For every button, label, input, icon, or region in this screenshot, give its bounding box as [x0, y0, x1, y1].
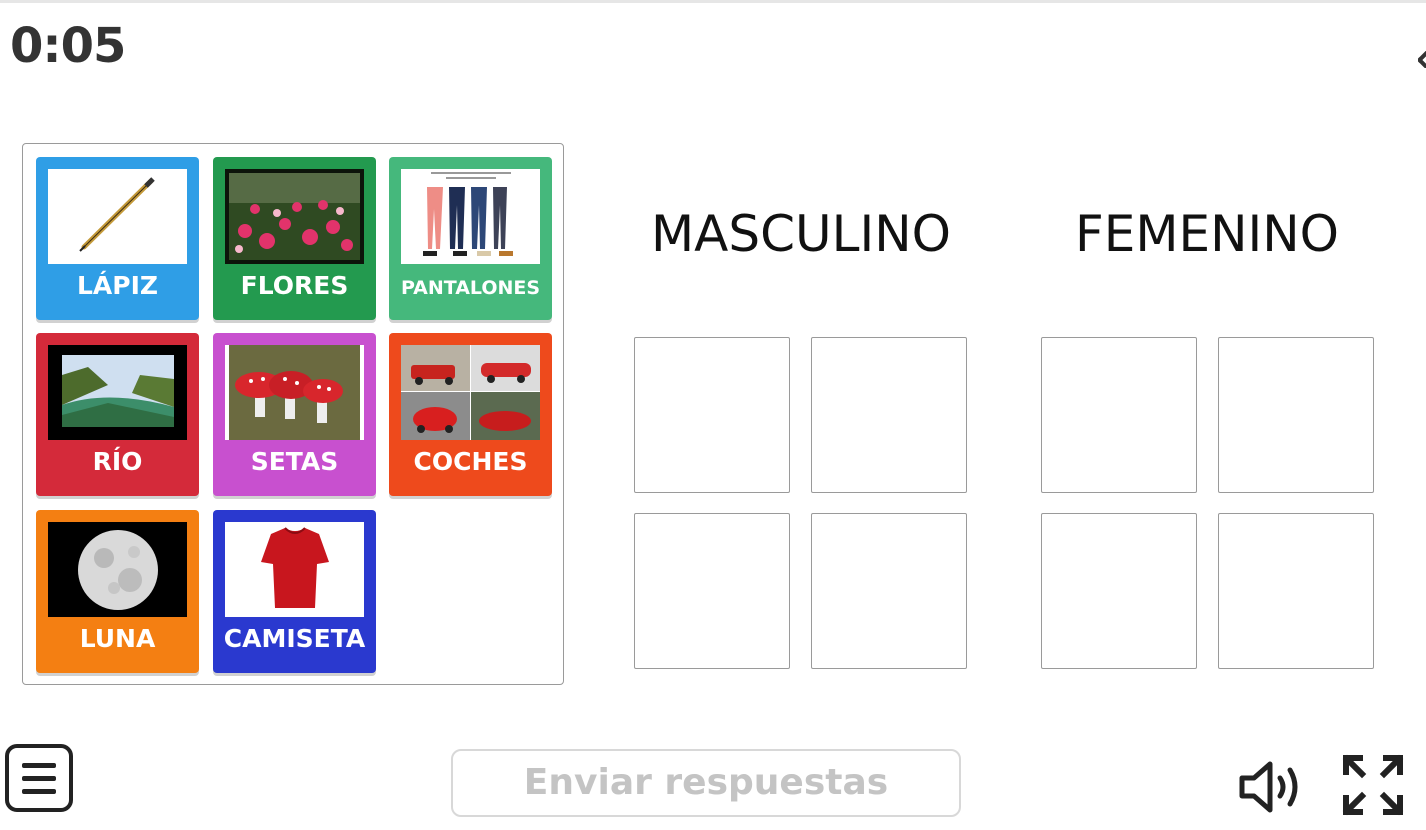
- drop-slot-femenino-2[interactable]: [1218, 337, 1374, 493]
- card-rio[interactable]: RÍO: [36, 333, 199, 496]
- tshirt-image: [225, 522, 364, 617]
- card-label: SETAS: [250, 447, 339, 476]
- category-title-femenino: FEMENINO: [1075, 205, 1339, 263]
- drop-slot-femenino-4[interactable]: [1218, 513, 1374, 669]
- card-label: PANTALONES: [400, 277, 541, 299]
- drop-slot-masculino-3[interactable]: [634, 513, 790, 669]
- pencil-image: [48, 169, 187, 264]
- card-setas[interactable]: SETAS: [213, 333, 376, 496]
- river-image: [48, 345, 187, 440]
- card-pantalones[interactable]: PANTALONES: [389, 157, 552, 320]
- mushrooms-image: [225, 345, 364, 440]
- fullscreen-icon[interactable]: [1340, 752, 1406, 818]
- speaker-icon[interactable]: [1236, 758, 1306, 816]
- card-luna[interactable]: LUNA: [36, 510, 199, 673]
- card-label: CAMISETA: [223, 624, 366, 653]
- submit-answers-button[interactable]: Enviar respuestas: [451, 749, 961, 817]
- card-coches[interactable]: COCHES: [389, 333, 552, 496]
- drop-slot-femenino-3[interactable]: [1041, 513, 1197, 669]
- moon-image: [48, 522, 187, 617]
- category-title-masculino: MASCULINO: [651, 205, 951, 263]
- card-lapiz[interactable]: LÁPIZ: [36, 157, 199, 320]
- drop-slot-femenino-1[interactable]: [1041, 337, 1197, 493]
- card-camiseta[interactable]: CAMISETA: [213, 510, 376, 673]
- flowers-image: [225, 169, 364, 264]
- card-tray: LÁPIZ FLORES PANTALONES RÍO SETAS COCHES…: [22, 143, 564, 685]
- drop-slot-masculino-1[interactable]: [634, 337, 790, 493]
- card-label: COCHES: [413, 447, 528, 476]
- top-border: [0, 0, 1426, 3]
- drop-slot-masculino-4[interactable]: [811, 513, 967, 669]
- drop-slot-masculino-2[interactable]: [811, 337, 967, 493]
- card-label: LUNA: [79, 624, 156, 653]
- card-label: FLORES: [240, 271, 349, 300]
- cars-image: [401, 345, 540, 440]
- card-flores[interactable]: FLORES: [213, 157, 376, 320]
- timer: 0:05: [10, 18, 126, 74]
- card-label: RÍO: [92, 447, 143, 476]
- menu-icon[interactable]: [5, 744, 73, 812]
- back-arrow-icon[interactable]: [1418, 50, 1426, 68]
- pants-image: [401, 169, 540, 264]
- card-label: LÁPIZ: [76, 271, 159, 300]
